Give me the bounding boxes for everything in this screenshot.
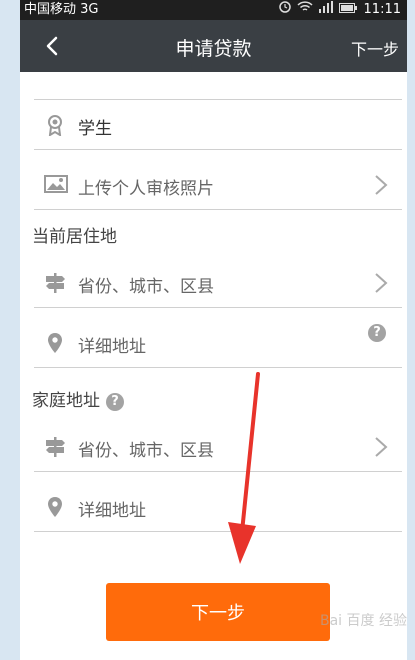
help-icon[interactable]: ? — [106, 393, 124, 411]
badge-icon — [44, 114, 66, 137]
signpost-icon — [44, 436, 66, 458]
upload-photo-row[interactable]: 上传个人审核照片 — [34, 160, 402, 210]
signpost-icon — [44, 272, 66, 294]
chevron-right-icon — [374, 272, 388, 294]
section-title: 家庭地址 — [32, 391, 100, 411]
signal-icon — [319, 0, 333, 20]
scrolled-row — [34, 50, 402, 100]
home-region-select[interactable]: 省份、城市、区县 — [34, 422, 402, 472]
location-pin-icon — [44, 496, 66, 518]
divider — [34, 307, 402, 308]
current-region-placeholder: 省份、城市、区县 — [78, 277, 214, 297]
phone-screen: 中国移动 3G 11:11 申请贷款 下一步 学生 上传个人审核照片 当前居住地… — [20, 0, 407, 660]
section-current-residence: 当前居住地 — [32, 222, 117, 247]
location-pin-icon — [44, 332, 66, 354]
home-address-placeholder: 详细地址 — [78, 501, 146, 521]
image-icon — [44, 174, 68, 196]
wifi-icon — [297, 0, 313, 20]
home-address-field[interactable]: 详细地址 — [34, 482, 402, 532]
divider — [34, 209, 402, 210]
divider — [34, 367, 402, 368]
divider — [34, 531, 402, 532]
annotation-arrow-icon — [228, 372, 260, 564]
system-icons — [279, 0, 357, 20]
next-step-button[interactable]: 下一步 — [106, 583, 330, 641]
chevron-right-icon — [374, 174, 388, 196]
clock: 11:11 — [363, 2, 401, 17]
current-region-select[interactable]: 省份、城市、区县 — [34, 258, 402, 308]
divider — [34, 471, 402, 472]
status-bar: 中国移动 3G 11:11 — [20, 0, 407, 20]
background-right-edge — [407, 0, 415, 660]
watermark: Bai 百度 经验 — [320, 613, 407, 629]
section-home-address: 家庭地址? — [32, 386, 124, 411]
background-left-edge — [0, 0, 20, 660]
upload-photo-label: 上传个人审核照片 — [78, 179, 214, 199]
current-address-placeholder: 详细地址 — [78, 337, 146, 357]
divider — [34, 149, 402, 150]
section-title: 当前居住地 — [32, 227, 117, 247]
identity-value: 学生 — [78, 119, 112, 139]
battery-icon — [339, 0, 357, 20]
chevron-right-icon — [374, 436, 388, 458]
identity-row[interactable]: 学生 — [34, 100, 402, 150]
carrier-label: 中国移动 3G — [24, 2, 99, 17]
help-icon[interactable]: ? — [368, 324, 386, 342]
current-address-field[interactable]: 详细地址 ? — [34, 318, 402, 368]
alarm-icon — [279, 0, 291, 20]
home-region-placeholder: 省份、城市、区县 — [78, 441, 214, 461]
